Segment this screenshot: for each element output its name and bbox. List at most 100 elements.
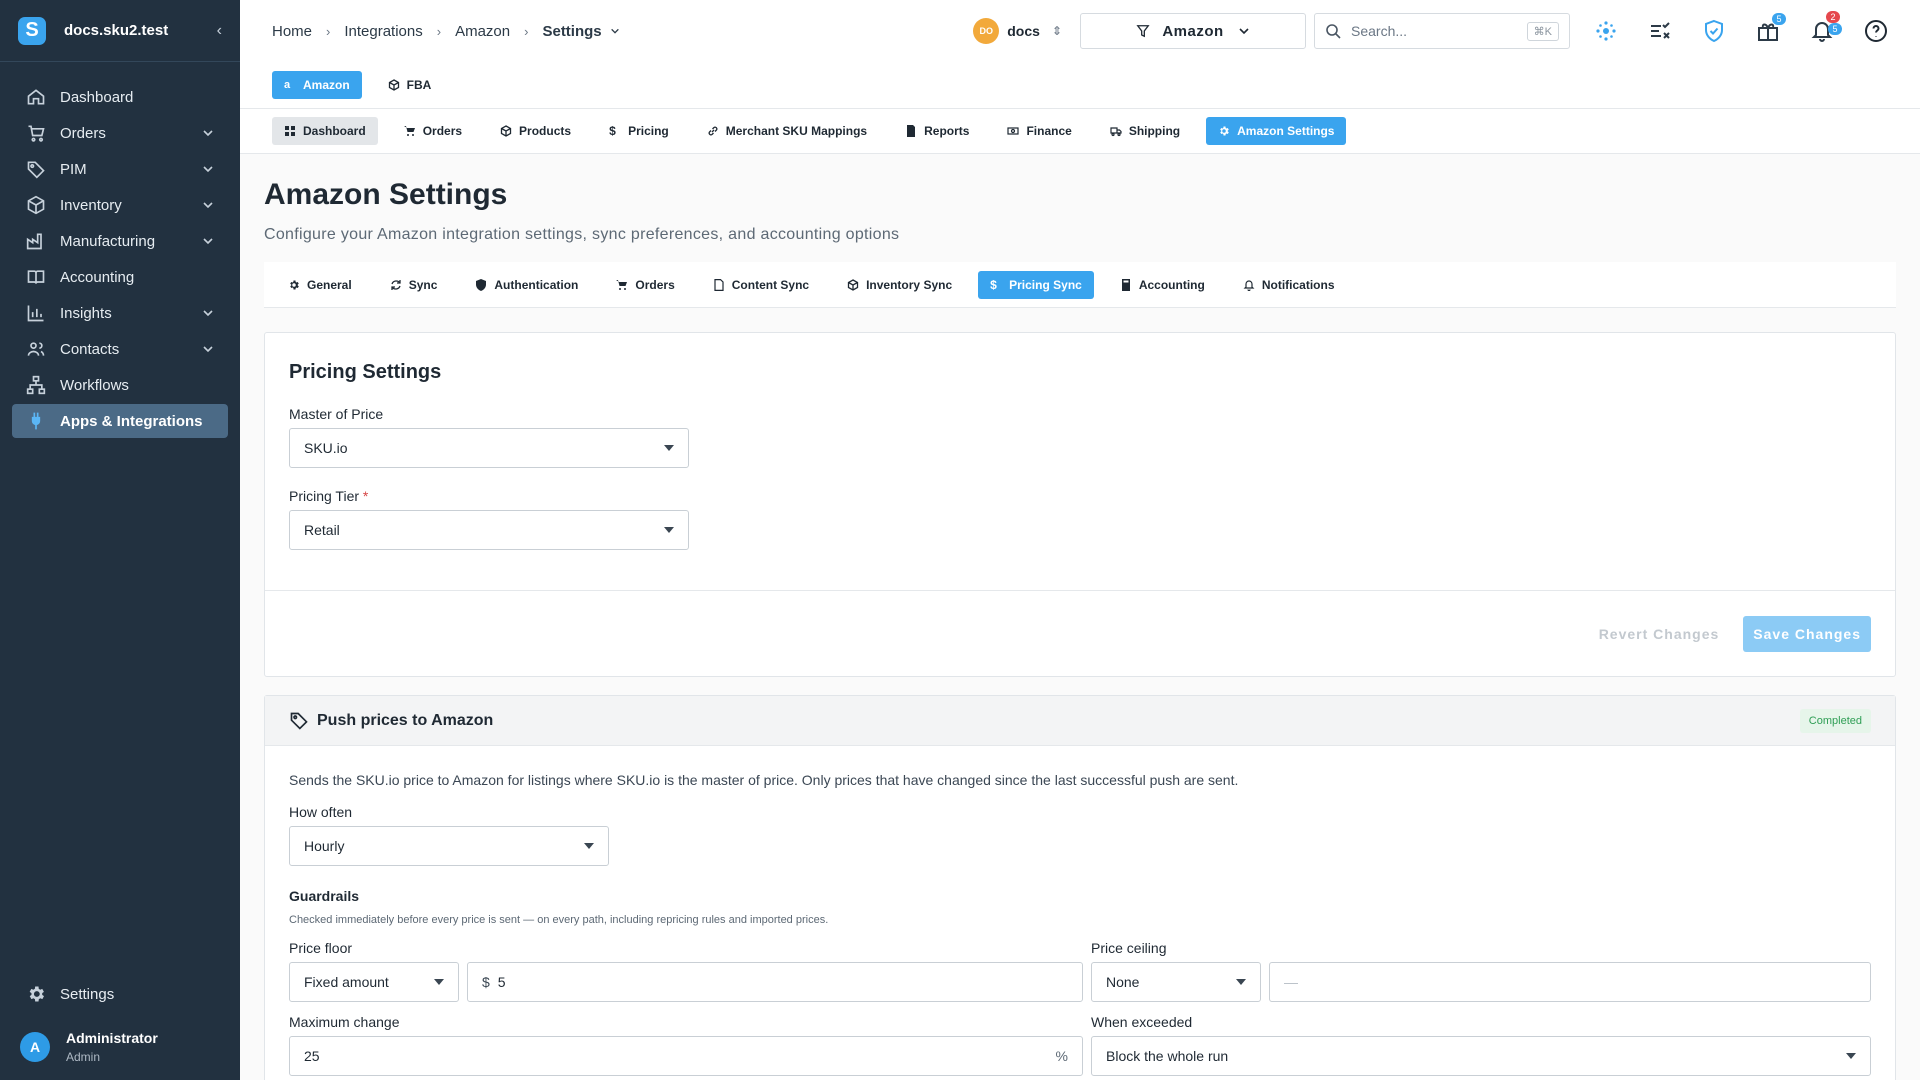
- tab-label: Shipping: [1128, 124, 1181, 138]
- price-ceiling-value: —: [1284, 974, 1298, 990]
- dollar-icon: $: [609, 124, 616, 138]
- notifications-button[interactable]: 2 5: [1810, 11, 1842, 43]
- breadcrumb-settings[interactable]: Settings: [542, 23, 601, 40]
- tab-pricing-sync[interactable]: $ Pricing Sync: [978, 270, 1094, 299]
- chevron-down-icon: [203, 238, 213, 245]
- breadcrumb-home[interactable]: Home: [272, 23, 312, 40]
- org-name: docs: [1007, 23, 1040, 39]
- pricing-tier-select[interactable]: Retail: [289, 510, 689, 550]
- chevron-down-icon: [203, 346, 213, 353]
- tab-finance[interactable]: Finance: [995, 117, 1083, 145]
- sidebar-item-pim[interactable]: PIM: [12, 152, 228, 186]
- tab-products[interactable]: Products: [488, 117, 583, 145]
- breadcrumb-integrations[interactable]: Integrations: [344, 23, 422, 40]
- tab-merchant-sku-mappings[interactable]: Merchant SKU Mappings: [695, 117, 879, 145]
- sidebar-item-apps-integrations[interactable]: Apps & Integrations: [12, 404, 228, 438]
- sidebar-item-accounting[interactable]: Accounting: [12, 260, 228, 294]
- price-floor-group: Price floor Fixed amount $ 5: [289, 940, 1083, 1002]
- notification-badge-red: 2: [1826, 11, 1840, 23]
- sidebar-item-inventory[interactable]: Inventory: [12, 188, 228, 222]
- breadcrumb: Home › Integrations › Amazon › Settings: [272, 23, 973, 40]
- filter-icon: [1136, 25, 1150, 38]
- page-content: Amazon Settings Configure your Amazon in…: [240, 178, 1920, 1080]
- push-prices-card: Push prices to Amazon Completed Sends th…: [264, 695, 1896, 1080]
- max-change-group: Maximum change 25 %: [289, 1014, 1083, 1076]
- tab-shipping[interactable]: Shipping: [1098, 117, 1192, 145]
- master-of-price-select[interactable]: SKU.io: [289, 428, 689, 468]
- sidebar-item-label: Insights: [60, 304, 112, 322]
- tab-notifications[interactable]: Notifications: [1231, 271, 1347, 299]
- max-change-input[interactable]: 25 %: [289, 1036, 1083, 1076]
- tab-reports[interactable]: Reports: [893, 117, 981, 145]
- channel-filter[interactable]: Amazon: [1080, 13, 1306, 49]
- tab-label: Notifications: [1261, 277, 1335, 292]
- chevron-down-icon[interactable]: [610, 26, 620, 36]
- tab-general[interactable]: General: [276, 271, 364, 299]
- sidebar-item-manufacturing[interactable]: Manufacturing: [12, 224, 228, 258]
- tab-orders-settings[interactable]: Orders: [604, 271, 686, 299]
- price-floor-type-value: Fixed amount: [304, 974, 389, 990]
- ai-sparkle-icon[interactable]: [1594, 19, 1618, 43]
- price-ceiling-type-select[interactable]: None: [1091, 962, 1261, 1002]
- money-icon: [1007, 127, 1020, 135]
- guardrails-title: Guardrails: [289, 888, 360, 904]
- tab-label: Pricing: [628, 124, 669, 138]
- required-marker: *: [362, 488, 369, 504]
- sidebar-item-contacts[interactable]: Contacts: [12, 332, 228, 366]
- subtab-fba[interactable]: FBA: [376, 71, 444, 99]
- sidebar-item-settings[interactable]: Settings: [12, 974, 228, 1014]
- when-exceeded-select[interactable]: Block the whole run: [1091, 1036, 1871, 1076]
- sidebar-item-workflows[interactable]: Workflows: [12, 368, 228, 402]
- collapse-sidebar-icon[interactable]: ‹: [217, 22, 222, 40]
- price-ceiling-type-value: None: [1106, 974, 1140, 990]
- notification-badge-blue: 5: [1828, 23, 1842, 35]
- breadcrumb-amazon[interactable]: Amazon: [455, 23, 510, 40]
- price-floor-input[interactable]: $ 5: [467, 962, 1083, 1002]
- sidebar-item-label: Orders: [60, 124, 106, 142]
- user-profile[interactable]: A Administrator Admin: [0, 1014, 240, 1080]
- app-logo[interactable]: S: [18, 16, 46, 45]
- price-floor-type-select[interactable]: Fixed amount: [289, 962, 459, 1002]
- sidebar-item-dashboard[interactable]: Dashboard: [12, 80, 228, 114]
- chevron-down-icon: [1239, 28, 1249, 35]
- cart-icon: [616, 279, 628, 290]
- settings-tabs: General Sync Authentication Orders Conte…: [264, 262, 1896, 308]
- subtab-amazon[interactable]: a Amazon: [272, 71, 362, 99]
- tab-inventory-sync[interactable]: Inventory Sync: [835, 271, 964, 299]
- how-often-select[interactable]: Hourly: [289, 826, 609, 866]
- org-switcher[interactable]: DO docs ⇕: [973, 18, 1062, 44]
- tab-sync[interactable]: Sync: [378, 271, 450, 299]
- sidebar-item-orders[interactable]: Orders: [12, 116, 228, 150]
- tab-label: Products: [519, 124, 572, 138]
- caret-down-icon: [434, 979, 444, 985]
- pricing-tier-label: Pricing Tier *: [289, 488, 1871, 504]
- help-icon[interactable]: [1864, 19, 1888, 43]
- how-often-value: Hourly: [304, 838, 345, 854]
- tab-content-sync[interactable]: Content Sync: [701, 271, 821, 299]
- how-often-label: How often: [289, 804, 353, 820]
- users-icon: [27, 342, 45, 356]
- search-shortcut: ⌘K: [1526, 21, 1559, 41]
- sidebar-item-label: Accounting: [60, 268, 135, 286]
- task-checklist-icon[interactable]: [1648, 19, 1672, 43]
- tab-label: Orders: [635, 277, 675, 292]
- tab-amazon-settings[interactable]: Amazon Settings: [1206, 117, 1347, 145]
- tab-authentication[interactable]: Authentication: [463, 271, 590, 299]
- save-changes-button[interactable]: Save Changes: [1743, 615, 1871, 652]
- revert-changes-button[interactable]: Revert Changes: [1591, 626, 1728, 642]
- topbar-icons: 5 2 5: [1594, 11, 1888, 43]
- breadcrumb-separator: ›: [436, 23, 442, 39]
- tab-pricing[interactable]: $ Pricing: [597, 117, 681, 145]
- plug-icon: [31, 412, 41, 430]
- caret-down-icon: [664, 527, 674, 533]
- tab-dashboard[interactable]: Dashboard: [272, 117, 378, 145]
- master-of-price-value: SKU.io: [304, 440, 348, 456]
- search-input[interactable]: Search... ⌘K: [1314, 13, 1570, 49]
- shield-check-icon[interactable]: [1702, 19, 1726, 43]
- tab-accounting[interactable]: Accounting: [1108, 271, 1217, 299]
- gift-button[interactable]: 5: [1756, 13, 1786, 43]
- sidebar-item-insights[interactable]: Insights: [12, 296, 228, 330]
- tab-label: Sync: [408, 277, 438, 292]
- price-ceiling-input[interactable]: —: [1269, 962, 1871, 1002]
- tab-orders[interactable]: Orders: [392, 117, 474, 145]
